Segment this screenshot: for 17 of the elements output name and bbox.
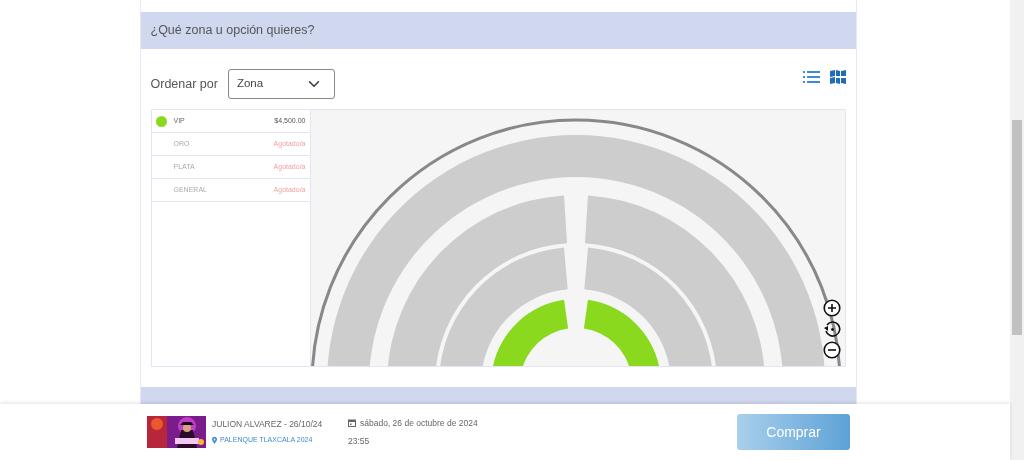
map-view-icon[interactable] (829, 70, 846, 84)
event-title: JULION ALVAREZ - 26/10/24 (212, 418, 324, 432)
location-pin-icon (212, 436, 217, 444)
zoom-in-icon[interactable] (822, 299, 841, 317)
scrollbar-thumb[interactable] (1012, 120, 1022, 335)
list-view-icon[interactable] (802, 70, 820, 84)
event-time: 23:55 (348, 434, 371, 448)
event-date: sábado, 26 de octubre de 2024 (360, 416, 478, 430)
sort-dropdown[interactable]: Zona (227, 69, 335, 99)
buy-button[interactable]: Comprar (737, 414, 850, 450)
reset-icon[interactable] (822, 320, 841, 338)
availability-dot (155, 115, 167, 127)
scrollbar[interactable] (1010, 0, 1024, 460)
section-title: ¿Qué zona u opción quieres? (150, 22, 315, 40)
calendar-icon (348, 419, 356, 428)
sort-label: Ordenar por (150, 75, 218, 93)
zoom-out-icon[interactable] (822, 341, 841, 359)
